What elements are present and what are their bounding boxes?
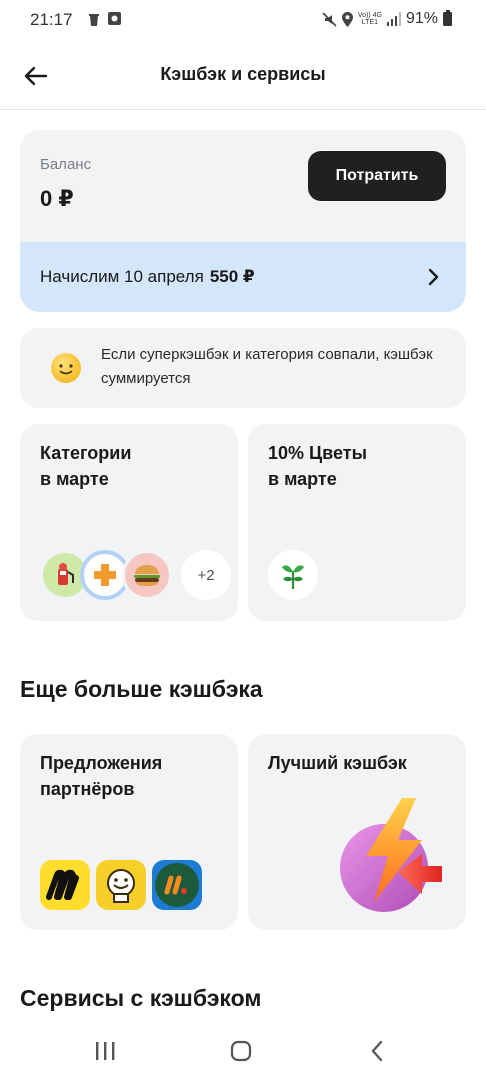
flowers-tile[interactable]: 10% Цветы в марте [248, 424, 466, 621]
accrual-amount: 550 ₽ [209, 267, 255, 286]
lightning-bolt-icon [340, 798, 442, 912]
recent-apps-button[interactable] [85, 1038, 125, 1064]
trash-icon [89, 14, 99, 26]
status-right-icons: Vo)) 4G LTE1 91% [322, 10, 452, 28]
home-button[interactable] [221, 1038, 261, 1064]
balance-value: 0 ₽ [40, 186, 74, 211]
partner-offers-title: Предложения партнёров [40, 753, 163, 799]
categories-tile[interactable]: Категории в марте +2 [20, 424, 238, 621]
app-notification-icon [108, 12, 121, 25]
status-notification-icons [88, 12, 121, 26]
status-bar: 21:17 Vo)) 4G LTE1 91% [0, 0, 486, 40]
smiling-bag-icon [96, 860, 146, 910]
smiley-icon [51, 353, 81, 383]
vkusno-i-tochka-icon [152, 860, 202, 910]
services-heading: Сервисы с кэшбэком [20, 985, 262, 1011]
more-cashback-heading: Еще больше кэшбэка [20, 676, 263, 702]
balance-card: Баланс 0 ₽ Потратить Начислим 10 апреля … [20, 130, 466, 312]
page-title: Кэшбэк и сервисы [160, 64, 326, 84]
chevron-left-icon [371, 1040, 383, 1062]
signal-icon [386, 12, 401, 26]
home-icon [230, 1040, 252, 1062]
location-icon [341, 11, 353, 27]
accrual-row[interactable]: Начислим 10 апреля 550 ₽ [20, 242, 466, 312]
info-text: Если суперкэшбэк и категория совпали, кэ… [101, 346, 433, 387]
plant-icon [268, 550, 318, 600]
more-categories-count: +2 [181, 550, 231, 600]
recent-apps-icon [96, 1042, 115, 1060]
network-label: Vo)) 4G LTE1 [357, 12, 382, 26]
best-cashback-title: Лучший кэшбэк [268, 753, 407, 773]
categories-title: Категории в марте [40, 443, 132, 489]
category-icons: +2 [38, 550, 231, 602]
battery-icon [443, 10, 452, 26]
app-header: Кэшбэк и сервисы [0, 40, 486, 110]
spend-button[interactable]: Потратить [308, 151, 446, 201]
battery-percent: 91% [405, 10, 438, 27]
system-nav-bar [0, 1020, 486, 1080]
status-time: 21:17 [30, 10, 73, 29]
yandex-market-icon [40, 860, 90, 910]
balance-label: Баланс [40, 156, 92, 173]
chevron-right-icon [428, 268, 439, 286]
back-nav-button[interactable] [357, 1038, 397, 1064]
info-card: Если суперкэшбэк и категория совпали, кэ… [20, 328, 466, 408]
partner-logos [40, 860, 202, 910]
best-cashback-tile[interactable]: Лучший кэшбэк [248, 734, 466, 930]
flowers-title: 10% Цветы в марте [268, 443, 367, 489]
partner-offers-tile[interactable]: Предложения партнёров [20, 734, 238, 930]
accrual-text: Начислим 10 апреля [40, 267, 204, 286]
burger-icon [122, 550, 172, 600]
mute-icon [322, 11, 337, 27]
